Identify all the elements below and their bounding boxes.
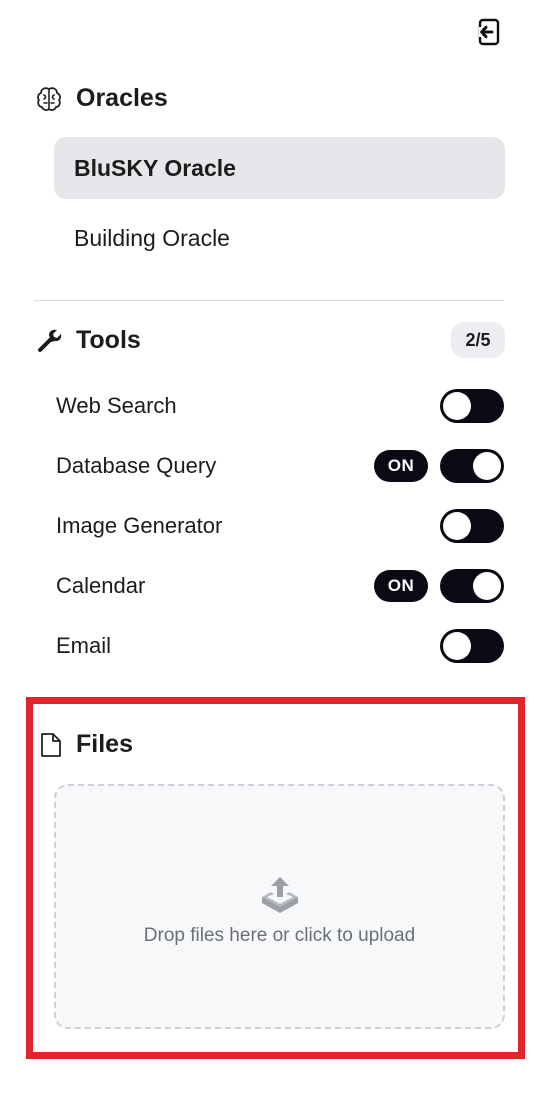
- wrench-icon: [36, 328, 62, 354]
- files-title: Files: [76, 730, 133, 758]
- web-search-toggle[interactable]: [440, 389, 504, 423]
- email-toggle[interactable]: [440, 629, 504, 663]
- upload-icon: [261, 876, 298, 913]
- oracles-title: Oracles: [76, 84, 168, 112]
- tool-label: Database Query: [56, 453, 217, 478]
- files-section-header: Files: [38, 730, 133, 759]
- tool-row-image-generator: Image Generator: [56, 507, 504, 545]
- database-query-toggle[interactable]: [440, 449, 504, 483]
- tools-count-badge: 2/5: [451, 322, 505, 358]
- image-generator-toggle[interactable]: [440, 509, 504, 543]
- oracle-item-blusky[interactable]: BluSKY Oracle: [54, 137, 505, 199]
- logout-icon: [478, 18, 500, 46]
- dropzone-text: Drop files here or click to upload: [143, 924, 416, 946]
- toggle-knob: [473, 572, 501, 600]
- oracle-item-building[interactable]: Building Oracle: [54, 207, 505, 269]
- toggle-knob: [473, 452, 501, 480]
- calendar-toggle[interactable]: [440, 569, 504, 603]
- sidebar-panel: Oracles BluSKY Oracle Building Oracle To…: [0, 0, 558, 1110]
- oracle-item-label: BluSKY Oracle: [74, 154, 236, 181]
- toggle-knob: [443, 512, 471, 540]
- tool-label: Email: [56, 633, 112, 658]
- tool-row-calendar: Calendar ON: [56, 567, 504, 605]
- on-status-badge: ON: [374, 570, 428, 602]
- tool-label: Image Generator: [56, 513, 223, 538]
- file-icon: [38, 732, 64, 758]
- file-dropzone[interactable]: Drop files here or click to upload: [54, 784, 505, 1029]
- tool-label: Calendar: [56, 573, 146, 598]
- tools-title: Tools: [76, 326, 141, 354]
- tool-label: Web Search: [56, 393, 177, 418]
- tool-row-email: Email: [56, 627, 504, 665]
- on-status-badge: ON: [374, 450, 428, 482]
- tool-row-database-query: Database Query ON: [56, 447, 504, 485]
- section-divider: [34, 300, 504, 301]
- toggle-knob: [443, 392, 471, 420]
- logout-button[interactable]: [476, 18, 502, 46]
- brain-icon: [36, 86, 62, 112]
- oracles-section-header: Oracles: [36, 84, 168, 113]
- tools-section-header: Tools: [36, 326, 141, 355]
- tool-row-web-search: Web Search: [56, 387, 504, 425]
- toggle-knob: [443, 632, 471, 660]
- oracle-item-label: Building Oracle: [74, 224, 230, 251]
